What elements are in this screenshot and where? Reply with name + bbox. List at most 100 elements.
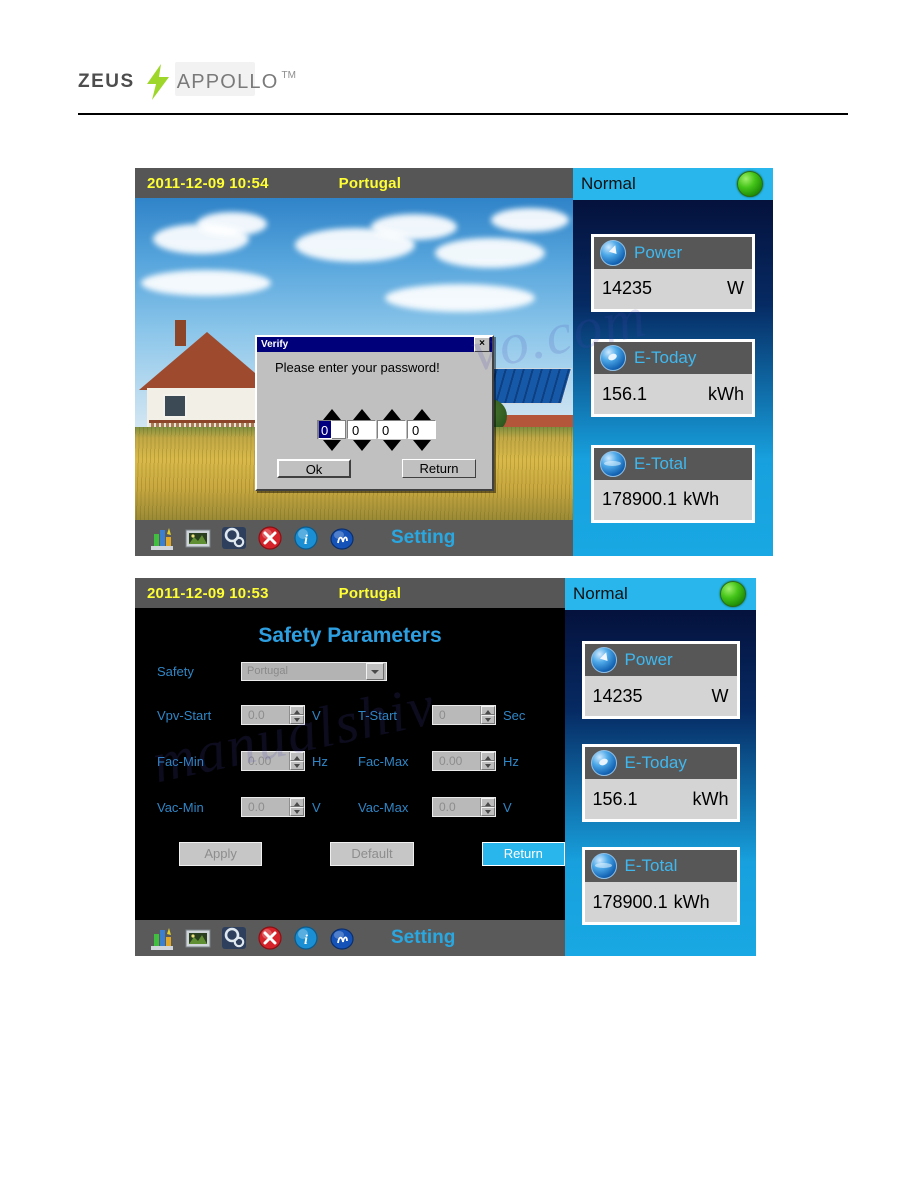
vac-max-stepper[interactable]: 0.0: [432, 797, 496, 817]
stepper-down-icon[interactable]: [290, 807, 304, 816]
stepper-up-icon[interactable]: [481, 798, 495, 807]
stepper-arrows[interactable]: [289, 798, 304, 816]
picture-icon[interactable]: [185, 525, 211, 551]
screen2-main-area: 2011-12-09 10:53 Portugal Safety Paramet…: [135, 578, 565, 956]
fac-max-value[interactable]: 0.00: [433, 754, 480, 768]
password-digit-value[interactable]: 0: [318, 420, 332, 439]
screen1-taskbar-icons: i: [149, 525, 355, 551]
etoday-card-body: 156.1 kWh: [584, 779, 737, 819]
etoday-value: 156.1: [592, 788, 638, 809]
vac-min-stepper[interactable]: 0.0: [241, 797, 305, 817]
settings-gear-icon[interactable]: [329, 525, 355, 551]
stepper-up-icon[interactable]: [481, 752, 495, 761]
stepper-up-icon[interactable]: [322, 409, 341, 420]
trademark-symbol: TM: [281, 69, 296, 81]
stepper-down-icon[interactable]: [382, 440, 401, 451]
screen2-country: Portugal: [338, 584, 402, 602]
close-error-icon[interactable]: [257, 525, 283, 551]
password-digit-value[interactable]: 0: [347, 420, 376, 439]
fac-min-unit: Hz: [312, 753, 328, 769]
screen1-titlebar: 2011-12-09 10:54 Portugal: [135, 168, 573, 198]
photo-house: [139, 319, 275, 440]
stepper-arrows[interactable]: [480, 706, 495, 724]
stepper-down-icon[interactable]: [290, 761, 304, 770]
etotal-card: E-Total 178900.1 kWh: [591, 444, 755, 523]
stepper-down-icon[interactable]: [352, 440, 371, 451]
gears-icon[interactable]: [221, 925, 247, 951]
t-start-value[interactable]: 0: [433, 708, 480, 722]
screen2-body: Safety Parameters Safety Portugal Vpv-St…: [135, 608, 565, 920]
power-value: 14235: [602, 278, 653, 298]
bar-chart-icon[interactable]: [149, 925, 175, 951]
stepper-arrows[interactable]: [480, 798, 495, 816]
fac-min-stepper[interactable]: 0.00: [241, 751, 305, 771]
stepper-up-icon[interactable]: [290, 798, 304, 807]
stepper-up-icon[interactable]: [412, 409, 431, 420]
fac-min-value[interactable]: 0.00: [242, 754, 289, 768]
bar-chart-icon[interactable]: [149, 525, 175, 551]
password-digit-1[interactable]: 0: [317, 409, 346, 451]
fac-max-stepper[interactable]: 0.00: [432, 751, 496, 771]
password-digit-2[interactable]: 0: [347, 409, 376, 451]
info-icon[interactable]: i: [293, 525, 319, 551]
password-digit-value[interactable]: 0: [377, 420, 406, 439]
stepper-up-icon[interactable]: [481, 706, 495, 715]
t-start-stepper[interactable]: 0: [432, 705, 496, 725]
stepper-arrows[interactable]: [289, 752, 304, 770]
stepper-down-icon[interactable]: [481, 761, 495, 770]
stepper-up-icon[interactable]: [382, 409, 401, 420]
password-digit-value[interactable]: 0: [407, 420, 436, 439]
stepper-arrows[interactable]: [289, 706, 304, 724]
chevron-down-icon[interactable]: [366, 662, 384, 680]
ok-button[interactable]: Ok: [277, 459, 351, 478]
stepper-down-icon[interactable]: [290, 715, 304, 724]
stepper-up-icon[interactable]: [352, 409, 371, 420]
screen1-country: Portugal: [338, 174, 402, 192]
t-start-unit: Sec: [503, 707, 526, 723]
safety-select[interactable]: Portugal: [241, 661, 387, 681]
stepper-down-icon[interactable]: [481, 807, 495, 816]
vpv-start-label: Vpv-Start: [157, 707, 212, 723]
etotal-card-header: E-Total: [594, 447, 752, 480]
screen2-taskbar: i Setting: [135, 920, 565, 956]
etoday-unit: kWh: [692, 788, 729, 809]
picture-icon[interactable]: [185, 925, 211, 951]
screen2-cards: Power 14235 W E-Today 156.1 kWh E-Total …: [565, 610, 756, 956]
fac-max-unit: Hz: [503, 753, 519, 769]
power-card-body: 14235 W: [594, 268, 752, 309]
info-icon[interactable]: i: [293, 925, 319, 951]
vpv-start-value[interactable]: 0.0: [242, 708, 289, 722]
apply-button[interactable]: Apply: [179, 842, 263, 866]
vac-min-value[interactable]: 0.0: [242, 800, 289, 814]
close-error-icon[interactable]: [257, 925, 283, 951]
screen2-titlebar: 2011-12-09 10:53 Portugal: [135, 578, 565, 608]
screen2-datetime: 2011-12-09 10:53: [147, 584, 269, 602]
password-digit-4[interactable]: 0: [407, 409, 436, 451]
etotal-value: 178900.1: [592, 891, 668, 912]
password-stepper-group: 0 0 0 0: [317, 409, 436, 451]
etotal-card-title: E-Total: [624, 856, 678, 875]
gears-icon[interactable]: [221, 525, 247, 551]
photo-cloud: [141, 270, 271, 296]
password-digit-3[interactable]: 0: [377, 409, 406, 451]
dialog-title-text: Verify: [261, 339, 289, 350]
return-button[interactable]: Return: [402, 459, 476, 478]
power-globe-icon: [600, 239, 626, 266]
close-icon[interactable]: ×: [474, 337, 490, 352]
return-button[interactable]: Return: [481, 842, 565, 866]
stepper-down-icon[interactable]: [322, 440, 341, 451]
power-value: 14235: [592, 685, 643, 706]
fac-min-label: Fac-Min: [157, 753, 204, 769]
stepper-up-icon[interactable]: [290, 752, 304, 761]
stepper-arrows[interactable]: [480, 752, 495, 770]
status-led-indicator: [720, 581, 746, 607]
fac-row: Fac-Min 0.00 Hz Fac-Max 0.00 Hz: [157, 750, 565, 772]
stepper-down-icon[interactable]: [412, 440, 431, 451]
vac-max-value[interactable]: 0.0: [433, 800, 480, 814]
power-card: Power 14235 W: [591, 233, 755, 312]
stepper-down-icon[interactable]: [481, 715, 495, 724]
settings-gear-icon[interactable]: [329, 925, 355, 951]
vpv-start-stepper[interactable]: 0.0: [241, 705, 305, 725]
stepper-up-icon[interactable]: [290, 706, 304, 715]
default-button[interactable]: Default: [330, 842, 414, 866]
